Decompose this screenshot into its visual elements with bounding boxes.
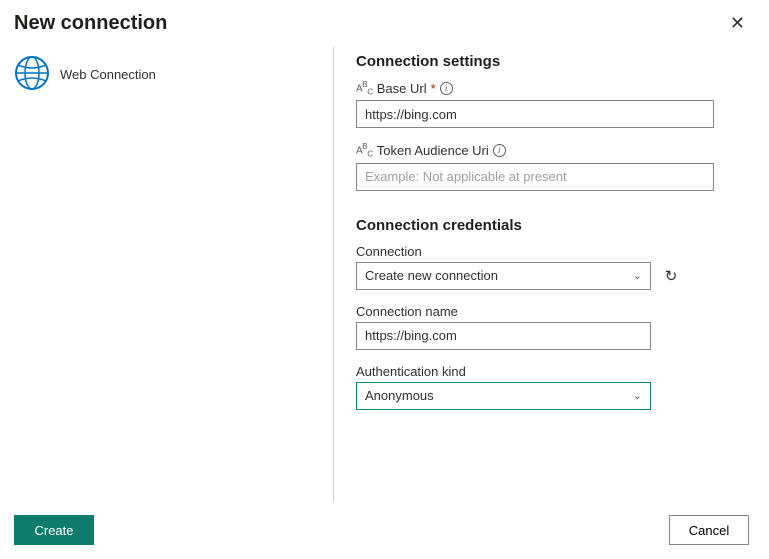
text-type-icon: ABC bbox=[356, 141, 373, 158]
connection-type-item[interactable]: Web Connection bbox=[14, 55, 333, 94]
dialog-title: New connection bbox=[14, 12, 167, 35]
connection-type-panel: Web Connection bbox=[14, 47, 334, 502]
connection-selected-value: Create new connection bbox=[365, 268, 498, 283]
create-button[interactable]: Create bbox=[14, 515, 94, 545]
token-audience-label: Token Audience Uri bbox=[377, 143, 489, 158]
globe-icon bbox=[14, 55, 50, 94]
dialog-footer: Create Cancel bbox=[0, 505, 769, 559]
auth-kind-label: Authentication kind bbox=[356, 364, 466, 379]
info-icon[interactable]: i bbox=[493, 144, 506, 157]
connection-select[interactable]: Create new connection ⌄ bbox=[356, 262, 651, 290]
base-url-label: Base Url bbox=[377, 81, 427, 96]
settings-title: Connection settings bbox=[356, 53, 749, 70]
credentials-title: Connection credentials bbox=[356, 217, 749, 234]
text-type-icon: ABC bbox=[356, 79, 373, 96]
auth-kind-selected-value: Anonymous bbox=[365, 388, 434, 403]
token-audience-input[interactable] bbox=[356, 163, 714, 191]
chevron-down-icon: ⌄ bbox=[633, 389, 642, 402]
close-icon[interactable]: ✕ bbox=[726, 12, 749, 34]
settings-panel: Connection settings ABC Base Url * i ABC… bbox=[334, 47, 749, 502]
base-url-input[interactable] bbox=[356, 100, 714, 128]
info-icon[interactable]: i bbox=[440, 82, 453, 95]
connection-label: Connection bbox=[356, 244, 422, 259]
chevron-down-icon: ⌄ bbox=[633, 269, 642, 282]
connection-name-label: Connection name bbox=[356, 304, 458, 319]
required-mark: * bbox=[431, 81, 436, 96]
cancel-button[interactable]: Cancel bbox=[669, 515, 749, 545]
connection-name-input[interactable] bbox=[356, 322, 651, 350]
refresh-icon[interactable]: ↻ bbox=[661, 266, 681, 286]
connection-type-label: Web Connection bbox=[60, 67, 156, 82]
auth-kind-select[interactable]: Anonymous ⌄ bbox=[356, 382, 651, 410]
